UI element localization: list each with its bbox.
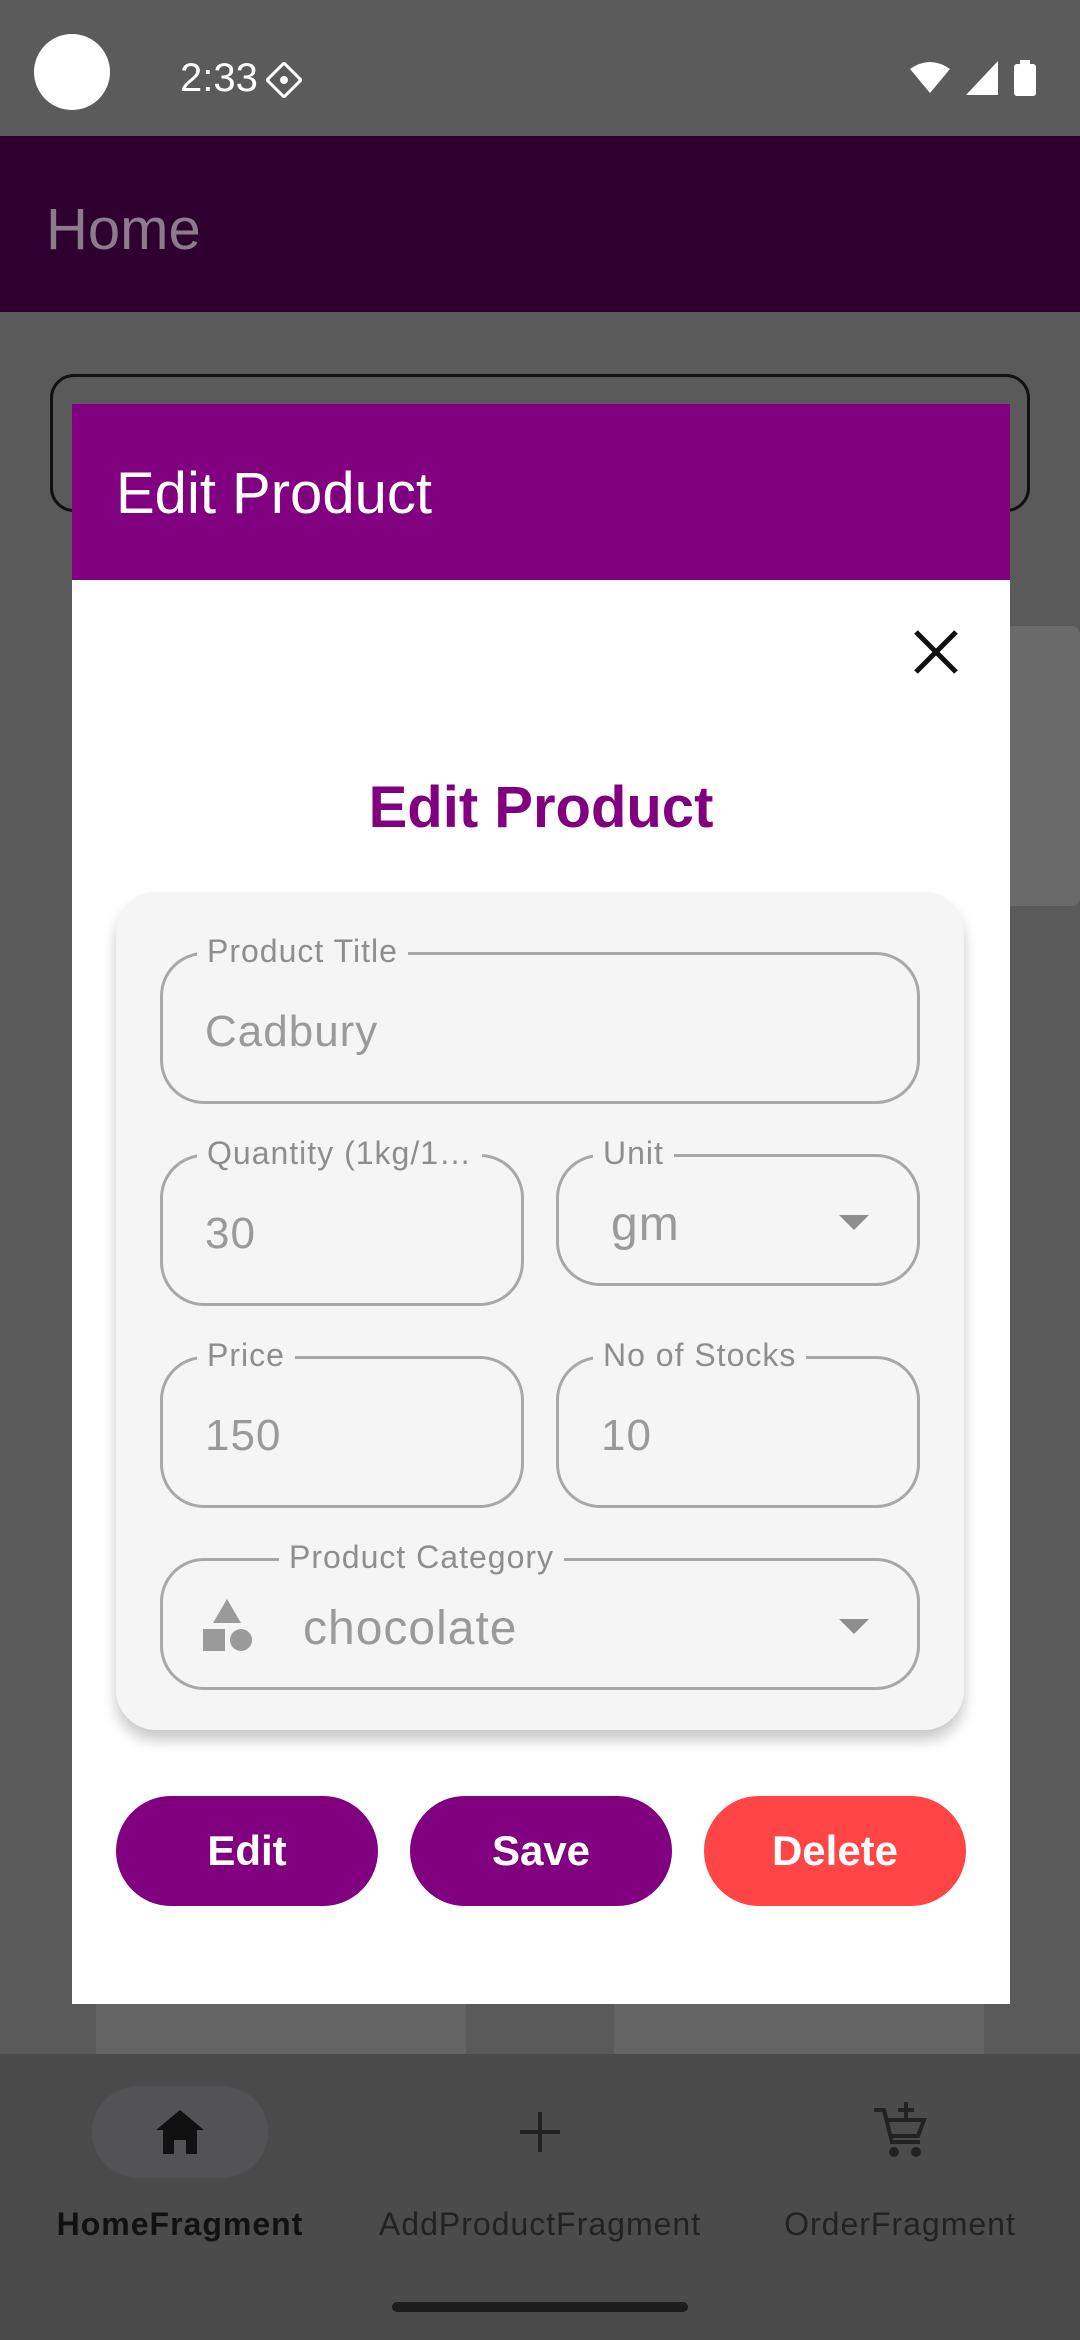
dialog-title: Edit Product <box>116 461 432 526</box>
home-icon <box>156 2110 204 2154</box>
quantity-value: 30 <box>205 1209 256 1258</box>
signal-icon <box>966 61 998 95</box>
nav-label-home: HomeFragment <box>56 2206 304 2242</box>
background-product-card <box>614 2000 984 2060</box>
product-title-value: Cadbury <box>205 1007 379 1056</box>
wifi-icon <box>910 62 950 93</box>
nav-item-add-product[interactable]: AddProductFragment <box>360 2080 720 2280</box>
battery-icon <box>1014 60 1036 96</box>
price-field[interactable]: Price 150 <box>160 1337 524 1508</box>
edit-button[interactable]: Edit <box>116 1796 378 1906</box>
nav-label-add-product: AddProductFragment <box>378 2206 702 2242</box>
camera-cutout <box>34 34 110 110</box>
delete-button[interactable]: Delete <box>704 1796 966 1906</box>
category-label: Product Category <box>279 1539 565 1576</box>
status-time: 2:33 <box>180 56 258 100</box>
nav-item-orders[interactable]: OrderFragment <box>720 2080 1080 2280</box>
form-card: Product Title Cadbury Quantity (1kg/1… 3… <box>116 892 964 1730</box>
nav-label-orders: OrderFragment <box>784 2206 1016 2242</box>
category-dropdown[interactable]: Product Category chocolate <box>160 1539 920 1690</box>
background-product-card <box>1000 626 1080 906</box>
product-title-label: Product Title <box>197 933 408 970</box>
unit-label: Unit <box>593 1135 674 1172</box>
stocks-value: 10 <box>601 1411 652 1460</box>
chevron-down-icon <box>839 1619 869 1634</box>
nav-active-indicator <box>92 2086 268 2178</box>
category-value: chocolate <box>303 1602 518 1655</box>
quantity-label: Quantity (1kg/1… <box>197 1135 482 1172</box>
price-label: Price <box>197 1337 295 1374</box>
status-icons <box>910 60 1036 96</box>
shapes-icon <box>203 1599 252 1651</box>
nav-item-home[interactable]: HomeFragment <box>0 2080 360 2280</box>
plus-icon <box>520 2112 560 2152</box>
chevron-down-icon <box>839 1215 869 1230</box>
cart-add-icon <box>874 2102 927 2157</box>
stocks-field[interactable]: No of Stocks 10 <box>556 1337 920 1508</box>
close-button[interactable] <box>900 616 972 688</box>
price-value: 150 <box>205 1411 282 1460</box>
close-icon <box>914 630 958 674</box>
gesture-handle[interactable] <box>392 2302 688 2312</box>
form-heading: Edit Product <box>368 775 714 840</box>
product-title-field[interactable]: Product Title Cadbury <box>160 933 920 1104</box>
unit-value: gm <box>611 1198 680 1251</box>
background-product-card <box>96 2000 466 2060</box>
quantity-field[interactable]: Quantity (1kg/1… 30 <box>160 1135 524 1306</box>
sim-icon <box>266 62 302 98</box>
stocks-label: No of Stocks <box>593 1337 807 1374</box>
save-button[interactable]: Save <box>410 1796 672 1906</box>
unit-dropdown[interactable]: Unit gm <box>556 1135 920 1286</box>
app-title: Home <box>46 197 201 262</box>
